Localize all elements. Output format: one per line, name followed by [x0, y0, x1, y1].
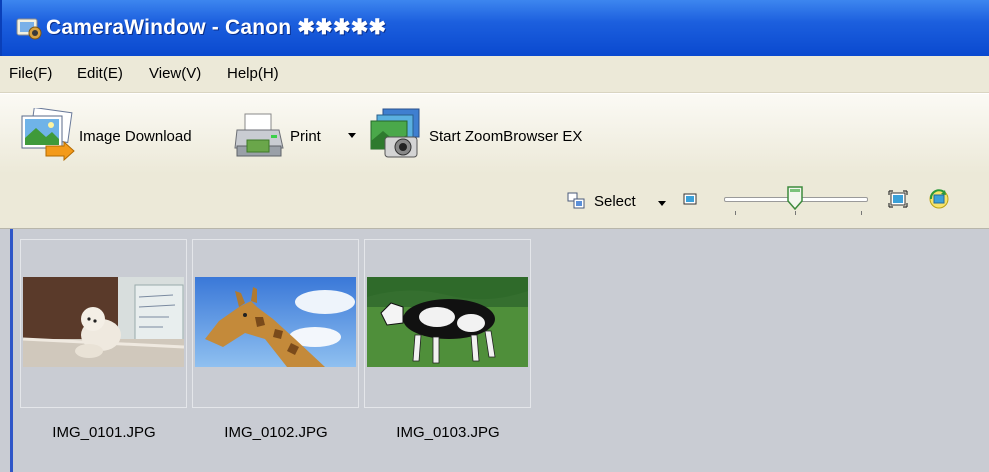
thumbnail-item[interactable]: IMG_0102.JPG	[192, 239, 359, 441]
menu-view[interactable]: View(V)	[149, 65, 201, 82]
image-download-icon	[21, 108, 75, 162]
title-bar[interactable]: CameraWindow - Canon ✱✱✱✱✱	[0, 0, 989, 56]
rotate-icon[interactable]	[928, 188, 950, 210]
thumbnail-image-cow	[367, 277, 528, 367]
slider-tick	[795, 211, 796, 215]
thumbnail-size-slider[interactable]	[720, 184, 870, 220]
thumbnail-item[interactable]: IMG_0103.JPG	[364, 239, 531, 441]
printer-icon	[234, 113, 284, 157]
thumbnail-image-dog	[23, 277, 184, 367]
large-thumbnail-icon[interactable]	[888, 190, 908, 208]
menu-bar: File(F) Edit(E) View(V) Help(H)	[0, 56, 989, 93]
select-icon	[567, 192, 585, 209]
thumbnail-filename: IMG_0101.JPG	[52, 424, 156, 441]
menu-edit[interactable]: Edit(E)	[77, 65, 123, 82]
view-bar: Select	[0, 174, 989, 229]
menu-file[interactable]: File(F)	[9, 65, 52, 82]
select-button[interactable]: Select	[562, 186, 672, 214]
thumbnail-item[interactable]: IMG_0101.JPG	[20, 239, 187, 441]
camerawindow-icon	[16, 18, 42, 40]
window-title: CameraWindow - Canon ✱✱✱✱✱	[46, 16, 387, 39]
print-button[interactable]: Print	[233, 104, 338, 164]
small-thumbnail-icon[interactable]	[683, 193, 697, 205]
camerawindow-app: CameraWindow - Canon ✱✱✱✱✱ File(F) Edit(…	[0, 0, 989, 472]
image-download-label: Image Download	[79, 128, 192, 145]
slider-tick	[861, 211, 862, 215]
slider-tick	[735, 211, 736, 215]
thumbnail-filename: IMG_0102.JPG	[224, 424, 328, 441]
thumbnail-image-giraffe	[195, 277, 356, 367]
print-label: Print	[290, 128, 321, 145]
chevron-down-icon[interactable]	[347, 132, 357, 140]
thumbnail-filename: IMG_0103.JPG	[396, 424, 500, 441]
toolbar: Image Download Print Start ZoomBrowser E…	[0, 93, 989, 175]
image-download-button[interactable]: Image Download	[12, 104, 212, 164]
start-zoombrowser-button[interactable]: Start ZoomBrowser EX	[369, 104, 614, 164]
select-label: Select	[594, 193, 636, 210]
thumbnail-grid: IMG_0101.JPG IMG_0102.JPG IMG_0103.JPG	[10, 229, 989, 472]
zoombrowser-icon	[370, 108, 420, 158]
slider-thumb[interactable]	[787, 186, 803, 210]
start-zoombrowser-label: Start ZoomBrowser EX	[429, 128, 583, 145]
chevron-down-icon	[658, 201, 666, 206]
menu-help[interactable]: Help(H)	[227, 65, 279, 82]
